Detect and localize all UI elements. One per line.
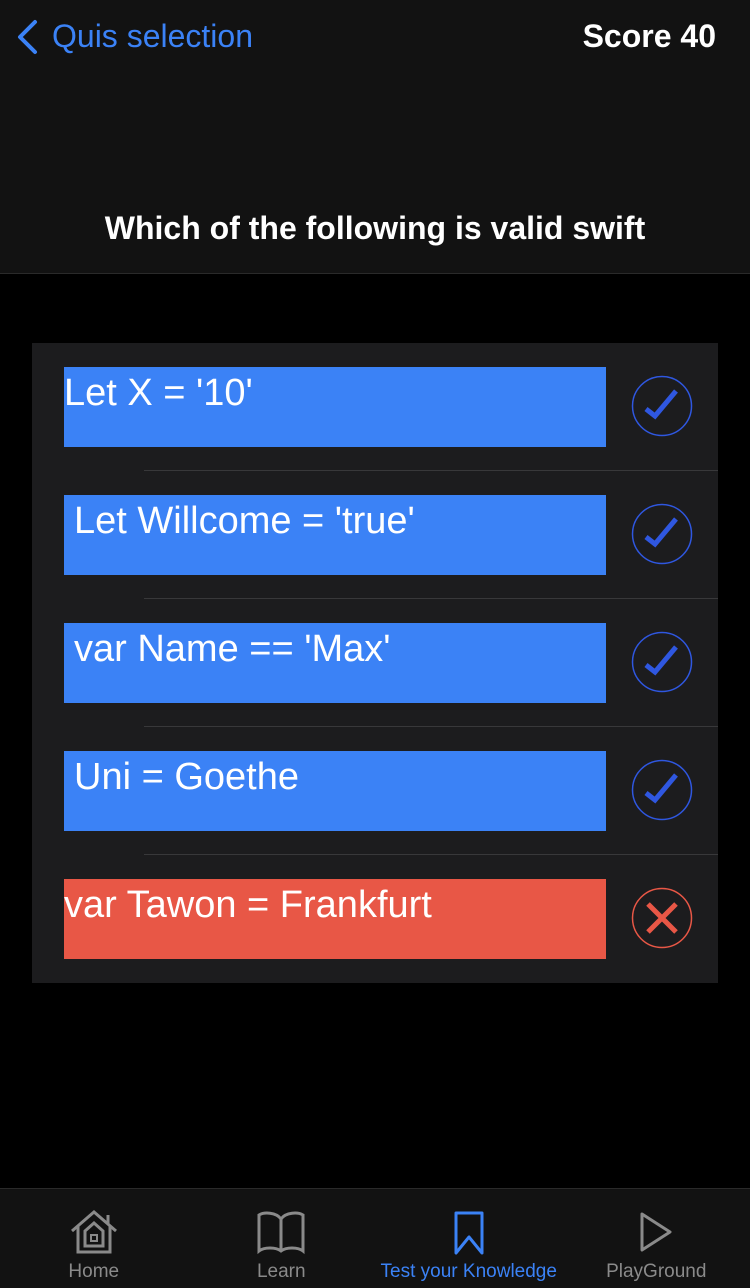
answer-option[interactable]: var Name == 'Max' <box>64 623 606 703</box>
tab-home[interactable]: Home <box>0 1189 188 1288</box>
tab-learn[interactable]: Learn <box>188 1189 376 1288</box>
play-icon <box>636 1209 676 1255</box>
answer-option[interactable]: Let X = '10' <box>64 367 606 447</box>
answer-status-mark <box>631 375 693 442</box>
tab-bar: Home Learn Test your Knowledge PlayGroun… <box>0 1188 750 1288</box>
answer-row[interactable]: Let X = '10' <box>32 343 718 471</box>
answer-row[interactable]: var Name == 'Max' <box>32 599 718 727</box>
score-label: Score 40 <box>583 18 716 55</box>
answer-row[interactable]: Let Willcome = 'true' <box>32 471 718 599</box>
tab-label: PlayGround <box>606 1261 706 1283</box>
answer-row[interactable]: var Tawon = Frankfurt <box>32 855 718 983</box>
checkmark-circle-icon <box>631 503 693 565</box>
answer-option[interactable]: Uni = Goethe <box>64 751 606 831</box>
checkmark-circle-icon <box>631 375 693 437</box>
chevron-left-icon <box>16 19 38 55</box>
book-icon <box>256 1209 306 1255</box>
nav-header: Quis selection Score 40 Which of the fol… <box>0 0 750 274</box>
answer-status-mark <box>631 759 693 826</box>
checkmark-circle-icon <box>631 759 693 821</box>
tab-label: Learn <box>257 1261 306 1283</box>
answer-row[interactable]: Uni = Goethe <box>32 727 718 855</box>
back-button[interactable]: Quis selection <box>16 18 253 55</box>
answer-status-mark <box>631 503 693 570</box>
answer-option[interactable]: Let Willcome = 'true' <box>64 495 606 575</box>
checkmark-circle-icon <box>631 631 693 693</box>
tab-playground[interactable]: PlayGround <box>563 1189 750 1288</box>
tab-label: Home <box>68 1261 119 1283</box>
answer-status-mark <box>631 887 693 954</box>
tab-test-your-knowledge[interactable]: Test your Knowledge <box>375 1189 563 1288</box>
bookmark-icon <box>452 1209 486 1255</box>
back-label: Quis selection <box>52 18 253 55</box>
xmark-circle-icon <box>631 887 693 949</box>
answer-option[interactable]: var Tawon = Frankfurt <box>64 879 606 959</box>
question-title: Which of the following is valid swift <box>0 210 750 247</box>
tab-label: Test your Knowledge <box>381 1261 557 1283</box>
home-icon <box>68 1209 120 1255</box>
answer-list: Let X = '10' Let Willcome = 'true' var Nam… <box>32 343 718 983</box>
answer-status-mark <box>631 631 693 698</box>
